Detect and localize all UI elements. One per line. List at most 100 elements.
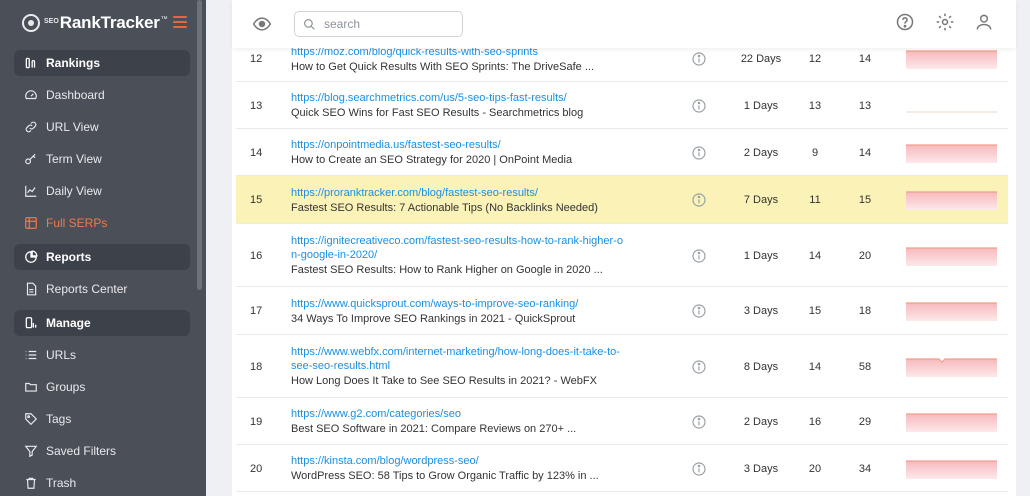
info-icon[interactable] — [691, 248, 707, 264]
gauge-icon — [24, 88, 38, 102]
sidebar-item-term-view[interactable]: Term View — [14, 146, 190, 172]
url-line: https://blog.searchmetrics.com/us/5-seo-… — [291, 92, 567, 104]
table-row[interactable]: 17 https://www.quicksprout.com/ways-to-im… — [236, 287, 1008, 335]
trend-sparkline — [906, 460, 997, 479]
table-row[interactable]: 20 https://kinsta.com/blog/wordpress-seo/… — [236, 445, 1008, 492]
position-cell: 16 — [808, 416, 822, 428]
line-chart-icon — [24, 184, 38, 198]
sidebar-item-urls[interactable]: URLs — [14, 342, 190, 368]
eye-icon[interactable] — [252, 14, 272, 34]
url-line: n-google-in-2020/ — [291, 249, 378, 261]
sidebar-item-label: Daily View — [46, 184, 102, 198]
best-position-cell: 29 — [858, 416, 872, 428]
info-icon[interactable] — [691, 98, 707, 114]
best-position-cell: 14 — [858, 147, 872, 159]
sidebar-item-rankings[interactable]: Rankings — [14, 50, 190, 76]
sidebar-scrollbar[interactable] — [197, 0, 202, 290]
result-url-link[interactable]: https://www.quicksprout.com/ways-to-impr… — [291, 297, 626, 311]
table-row[interactable]: 16 https://ignitecreativeco.com/fastest-s… — [236, 224, 1008, 287]
position-cell: 9 — [811, 147, 819, 159]
result-url-link[interactable]: https://kinsta.com/blog/wordpress-seo/ — [291, 454, 626, 468]
best-position-cell: 13 — [858, 100, 872, 112]
result-title: WordPress SEO: 58 Tips to Grow Organic T… — [291, 470, 599, 482]
trend-sparkline — [906, 111, 997, 113]
info-icon[interactable] — [691, 461, 707, 477]
days-cell: 2 Days — [743, 147, 779, 159]
best-position-cell: 18 — [858, 305, 872, 317]
trend-sparkline — [906, 247, 997, 266]
rank-cell: 16 — [250, 250, 263, 262]
search-input[interactable] — [324, 17, 454, 31]
sidebar-item-url-view[interactable]: URL View — [14, 114, 190, 140]
sidebar-item-daily-view[interactable]: Daily View — [14, 178, 190, 204]
sidebar-item-full-serps[interactable]: Full SERPs — [14, 210, 190, 236]
url-line: https://www.quicksprout.com/ways-to-impr… — [291, 298, 579, 310]
sidebar-item-manage[interactable]: Manage — [14, 310, 190, 336]
sidebar-item-reports[interactable]: Reports — [14, 244, 190, 270]
brand-prefix: SEO — [44, 17, 59, 25]
table-row[interactable]: 19 https://www.g2.com/categories/seo Best … — [236, 398, 1008, 445]
brand-name: RankTracker — [59, 13, 160, 32]
trend-sparkline — [906, 191, 997, 210]
brand-trademark: ™ — [160, 15, 168, 23]
result-url-link[interactable]: https://blog.searchmetrics.com/us/5-seo-… — [291, 91, 626, 105]
sidebar-item-saved-filters[interactable]: Saved Filters — [14, 438, 190, 464]
sidebar-item-label: Trash — [46, 476, 77, 490]
position-cell: 14 — [808, 361, 822, 373]
sidebar-item-trash[interactable]: Trash — [14, 470, 190, 496]
table-row[interactable]: 13 https://blog.searchmetrics.com/us/5-se… — [236, 82, 1008, 129]
manage-icon — [24, 316, 38, 330]
result-url-link[interactable]: https://proranktracker.com/blog/fastest-… — [291, 186, 626, 200]
help-icon[interactable] — [895, 12, 915, 32]
url-line: https://www.g2.com/categories/seo — [291, 408, 461, 420]
url-line: https://www.webfx.com/internet-marketing… — [291, 346, 620, 358]
url-line: https://kinsta.com/blog/wordpress-seo/ — [291, 455, 479, 467]
position-cell: 20 — [808, 463, 822, 475]
search-box[interactable] — [294, 11, 463, 37]
days-cell: 7 Days — [743, 194, 779, 206]
trend-sparkline — [906, 50, 997, 69]
sidebar-item-groups[interactable]: Groups — [14, 374, 190, 400]
position-cell: 11 — [809, 194, 821, 206]
rank-cell: 12 — [250, 53, 263, 65]
tag-icon — [24, 412, 38, 426]
sidebar-item-dashboard[interactable]: Dashboard — [14, 82, 190, 108]
info-icon[interactable] — [691, 145, 707, 161]
trash-icon — [24, 476, 38, 490]
main-panel: 12https://moz.com/blog/quick-results-wit… — [232, 0, 1016, 496]
days-cell: 1 Days — [743, 100, 779, 112]
rank-cell: 13 — [250, 100, 263, 112]
rank-cell: 20 — [250, 463, 263, 475]
info-icon[interactable] — [691, 414, 707, 430]
link-icon — [24, 120, 38, 134]
result-title: Best SEO Software in 2021: Compare Revie… — [291, 423, 577, 435]
folder-icon — [24, 380, 38, 394]
result-url-link[interactable]: https://onpointmedia.us/fastest-seo-resu… — [291, 138, 626, 152]
best-position-cell: 34 — [858, 463, 872, 475]
user-icon[interactable] — [974, 12, 994, 32]
hamburger-menu-icon[interactable] — [173, 16, 187, 28]
result-url-link[interactable]: https://ignitecreativeco.com/fastest-seo… — [291, 234, 626, 262]
info-icon[interactable] — [691, 51, 707, 67]
table-row[interactable]: 14 https://onpointmedia.us/fastest-seo-re… — [236, 129, 1008, 176]
table-row[interactable]: 18 https://www.webfx.com/internet-marketi… — [236, 335, 1008, 398]
gear-icon[interactable] — [935, 12, 955, 32]
sidebar-item-label: Manage — [46, 316, 91, 330]
sidebar-item-tags[interactable]: Tags — [14, 406, 190, 432]
result-url-link[interactable]: https://www.g2.com/categories/seo — [291, 407, 626, 421]
info-icon[interactable] — [691, 359, 707, 375]
sidebar: SEO RankTracker ™ Rankings Dashboard URL V… — [0, 0, 206, 496]
result-title: How to Get Quick Results With SEO Sprint… — [291, 61, 595, 73]
info-icon[interactable] — [691, 303, 707, 319]
sidebar-item-reports-center[interactable]: Reports Center — [14, 276, 190, 302]
position-cell: 15 — [808, 305, 822, 317]
url-line: https://onpointmedia.us/fastest-seo-resu… — [291, 139, 501, 151]
info-icon[interactable] — [691, 192, 707, 208]
position-cell: 12 — [808, 53, 822, 65]
table-row[interactable]: 15 https://proranktracker.com/blog/fastes… — [236, 176, 1008, 224]
key-icon — [24, 152, 38, 166]
days-cell: 22 Days — [740, 53, 782, 65]
result-url-link[interactable]: https://www.webfx.com/internet-marketing… — [291, 345, 626, 373]
sidebar-item-label: Tags — [46, 412, 72, 426]
position-cell: 14 — [808, 250, 822, 262]
